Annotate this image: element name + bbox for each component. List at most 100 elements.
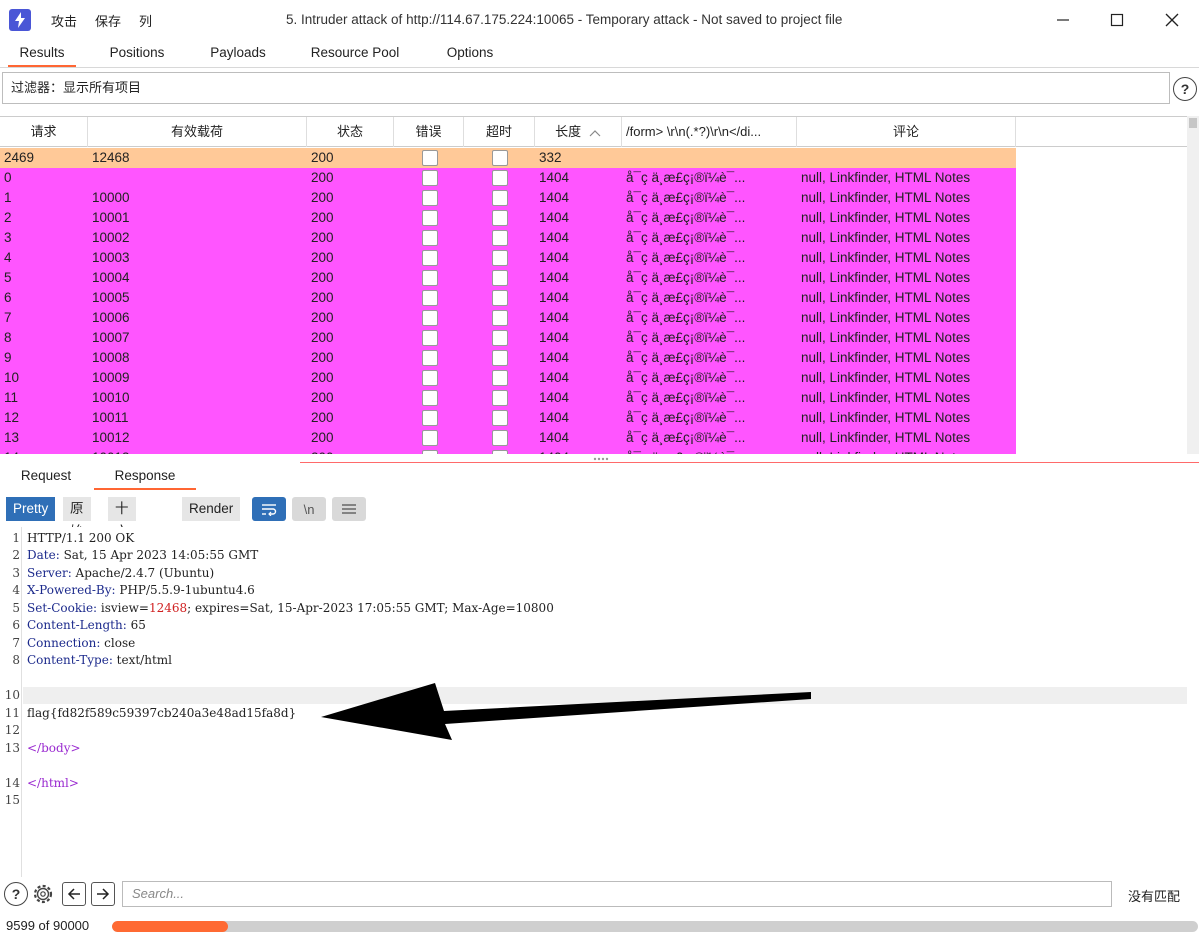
- col-error[interactable]: 错误: [394, 117, 464, 147]
- search-input[interactable]: Search...: [122, 881, 1112, 907]
- newline-icon[interactable]: \n: [292, 497, 326, 521]
- table-row[interactable]: 12 10011 200 1404 å¯ç ä¸æ­£ç¡®ï¼è¯... null, L…: [0, 408, 1016, 428]
- line-number: 10: [4, 688, 20, 702]
- view-render-button[interactable]: Render: [182, 497, 241, 521]
- menu-attack[interactable]: 攻击: [51, 11, 77, 30]
- col-timeout[interactable]: 超时: [464, 117, 535, 147]
- menu-save[interactable]: 保存: [95, 11, 121, 30]
- table-row[interactable]: 3 10002 200 1404 å¯ç ä¸æ­£ç¡®ï¼è¯... null, Li…: [0, 228, 1016, 248]
- minimize-icon[interactable]: [1051, 8, 1075, 32]
- flag-text: flag{fd82f589c59397cb240a3e48ad15fa8d}: [27, 706, 297, 720]
- cell-status: 200: [311, 210, 334, 225]
- close-icon[interactable]: [1160, 8, 1184, 32]
- table-row[interactable]: 10 10009 200 1404 å¯ç ä¸æ­£ç¡®ï¼è¯... null, L…: [0, 368, 1016, 388]
- col-comment[interactable]: 评论: [797, 117, 1016, 147]
- cell-request: 5: [4, 270, 12, 285]
- filter-bar[interactable]: 过滤器：显示所有项目: [2, 72, 1170, 104]
- cell-request: 12: [4, 410, 20, 425]
- next-match-icon[interactable]: [91, 882, 115, 906]
- table-row[interactable]: 7 10006 200 1404 å¯ç ä¸æ­£ç¡®ï¼è¯... null, Li…: [0, 308, 1016, 328]
- menu-icon[interactable]: [332, 497, 366, 521]
- tab-resource-pool[interactable]: Resource Pool: [298, 40, 412, 67]
- col-extract[interactable]: /form> \r\n(.*?)\r\n</di...: [622, 117, 797, 147]
- cell-request: 7: [4, 310, 12, 325]
- error-checkbox: [422, 310, 438, 326]
- arrow-annotation-icon: [321, 683, 811, 740]
- header-value: Apache/2.4.7 (Ubuntu): [75, 566, 215, 580]
- table-row[interactable]: 4 10003 200 1404 å¯ç ä¸æ­£ç¡®ï¼è¯... null, Li…: [0, 248, 1016, 268]
- col-status[interactable]: 状态: [307, 117, 394, 147]
- table-row[interactable]: 8 10007 200 1404 å¯ç ä¸æ­£ç¡®ï¼è¯... null, Li…: [0, 328, 1016, 348]
- cell-status: 200: [311, 230, 334, 245]
- menu-columns[interactable]: 列: [139, 11, 152, 30]
- error-checkbox: [422, 250, 438, 266]
- settings-gear-icon[interactable]: [31, 882, 55, 906]
- table-row[interactable]: 2469 12468 200 332: [0, 148, 1016, 168]
- line-number: 4: [12, 583, 20, 597]
- header-name: Content-Length: [27, 618, 123, 632]
- header-value: PHP/5.5.9-1ubuntu4.6: [119, 583, 255, 597]
- table-row[interactable]: 13 10012 200 1404 å¯ç ä¸æ­£ç¡®ï¼è¯... null, L…: [0, 428, 1016, 448]
- table-row[interactable]: 6 10005 200 1404 å¯ç ä¸æ­£ç¡®ï¼è¯... null, Li…: [0, 288, 1016, 308]
- cell-extract: å¯ç ä¸æ­£ç¡®ï¼è¯...: [626, 290, 746, 305]
- cell-payload: 10001: [92, 210, 130, 225]
- pane-splitter[interactable]: [0, 456, 1199, 463]
- tab-payloads[interactable]: Payloads: [197, 40, 279, 67]
- cell-length: 1404: [539, 350, 570, 365]
- tag-name: html: [41, 776, 69, 790]
- cell-payload: 10012: [92, 430, 130, 445]
- cell-status: 200: [311, 448, 391, 454]
- cell-payload: 10011: [92, 410, 129, 425]
- col-request[interactable]: 请求: [0, 117, 88, 147]
- table-row[interactable]: 0 200 1404 å¯ç ä¸æ­£ç¡®ï¼è¯... null, Linkfin…: [0, 168, 1016, 188]
- table-row[interactable]: 5 10004 200 1404 å¯ç ä¸æ­£ç¡®ï¼è¯... null, Li…: [0, 268, 1016, 288]
- col-length[interactable]: 长度: [535, 117, 622, 147]
- view-pretty-button[interactable]: Pretty: [6, 497, 56, 521]
- error-checkbox: [422, 330, 438, 346]
- timeout-checkbox: [492, 170, 508, 186]
- cookie-value: 12468: [148, 601, 188, 615]
- cell-payload: 10006: [92, 310, 130, 325]
- line-number: 2: [12, 548, 20, 562]
- header-line: Date: Sat, 15 Apr 2023 14:05:55 GMT: [27, 548, 259, 562]
- cookie-name: isview=: [100, 601, 149, 615]
- table-row[interactable]: 9 10008 200 1404 å¯ç ä¸æ­£ç¡®ï¼è¯... null, Li…: [0, 348, 1016, 368]
- response-editor[interactable]: 1 2 3 4 5 6 7 8 10 11 12 13 14 15 HTTP/1…: [0, 527, 1199, 877]
- wrap-icon[interactable]: [252, 497, 286, 521]
- burp-lightning-icon: [9, 9, 31, 31]
- line-number: 12: [4, 723, 20, 737]
- cell-status: 200: [311, 310, 334, 325]
- tab-positions[interactable]: Positions: [96, 40, 178, 67]
- cell-request: 14: [4, 448, 84, 454]
- attack-progress: 9599 of 90000: [0, 912, 1199, 940]
- cell-length: 1404: [539, 290, 570, 305]
- tab-response[interactable]: Response: [94, 463, 196, 490]
- table-row[interactable]: 1 10000 200 1404 å¯ç ä¸æ­£ç¡®ï¼è¯... null, Li…: [0, 188, 1016, 208]
- col-payload[interactable]: 有效载荷: [88, 117, 307, 147]
- view-hex-button[interactable]: 十六进制: [108, 497, 136, 585]
- tab-results[interactable]: Results: [8, 40, 76, 67]
- cell-request: 10: [4, 370, 20, 385]
- view-raw-button[interactable]: 原始: [63, 497, 91, 539]
- header-name: Set-Cookie: [27, 601, 94, 615]
- cell-payload: 10007: [92, 330, 130, 345]
- previous-match-icon[interactable]: [62, 882, 86, 906]
- help-icon[interactable]: ?: [4, 882, 28, 906]
- col-length-label: 长度: [555, 124, 582, 139]
- line-number: 6: [12, 618, 20, 632]
- table-row[interactable]: 14 10013 200 1404 å¯ç ä¸æ­£ç¡®ï¼è¯... null, L…: [0, 448, 1016, 454]
- sort-ascending-icon: [589, 129, 601, 136]
- cell-extract: å¯ç ä¸æ­£ç¡®ï¼è¯...: [626, 390, 746, 405]
- cell-extract: å¯ç ä¸æ­£ç¡®ï¼è¯...: [626, 310, 746, 325]
- tab-request[interactable]: Request: [8, 463, 84, 490]
- match-status: 没有匹配: [1128, 889, 1181, 904]
- help-icon[interactable]: ?: [1173, 77, 1197, 101]
- cell-payload: 10010: [92, 390, 130, 405]
- table-row[interactable]: 2 10001 200 1404 å¯ç ä¸æ­£ç¡®ï¼è¯... null, Li…: [0, 208, 1016, 228]
- table-scrollbar[interactable]: [1187, 116, 1199, 454]
- tab-options[interactable]: Options: [432, 40, 508, 67]
- maximize-icon[interactable]: [1105, 8, 1129, 32]
- table-scrollbar-thumb[interactable]: [1189, 118, 1197, 128]
- line-number-gutter: 1 2 3 4 5 6 7 8 10 11 12 13 14 15: [0, 527, 22, 877]
- table-row[interactable]: 11 10010 200 1404 å¯ç ä¸æ­£ç¡®ï¼è¯... null, L…: [0, 388, 1016, 408]
